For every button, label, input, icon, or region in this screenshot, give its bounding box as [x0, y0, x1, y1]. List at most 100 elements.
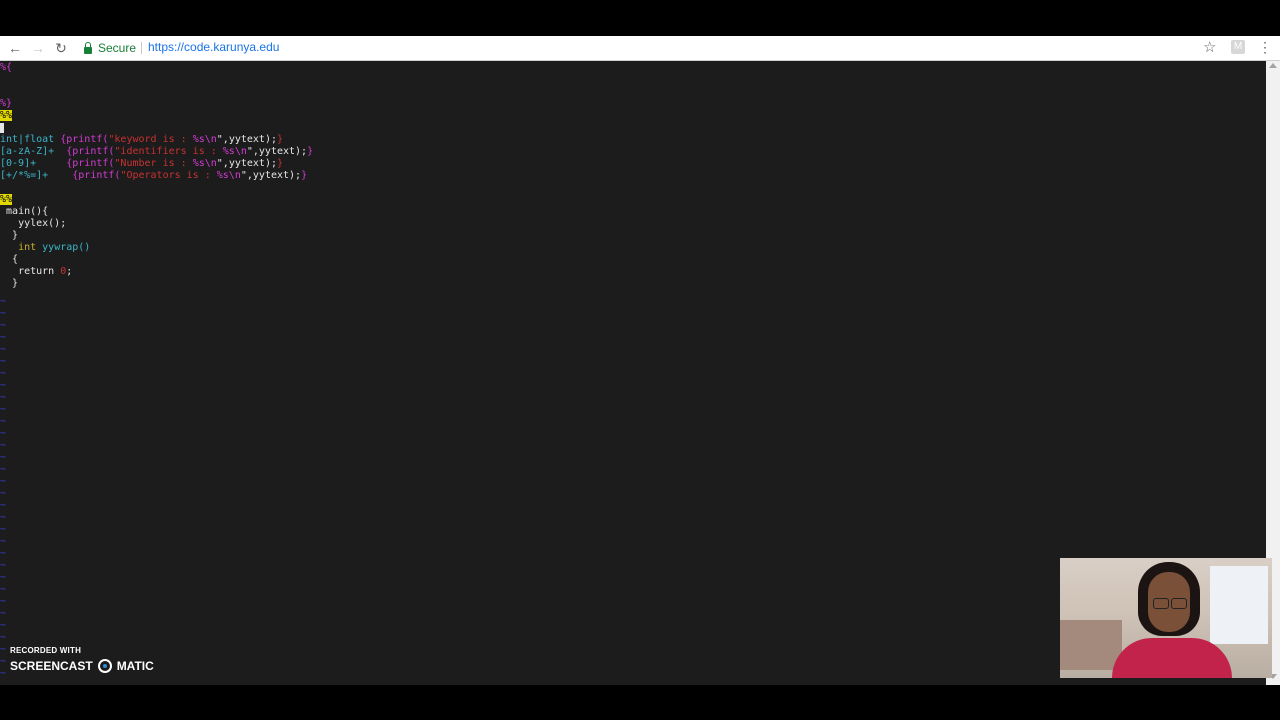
- code-line: int yywrap(): [0, 242, 90, 254]
- tilde-marker: ~: [0, 524, 7, 535]
- tilde-marker: ~: [0, 560, 7, 571]
- code-line: [0-9]+ {printf("Number is : %s\n",yytext…: [0, 158, 283, 170]
- webcam-background-shelf: [1060, 620, 1122, 670]
- tilde-marker: ~: [0, 452, 7, 463]
- rule-action: {printf(: [66, 158, 115, 169]
- rule-args: ",yytext);: [246, 146, 308, 157]
- webcam-overlay: [1060, 558, 1272, 678]
- address-bar[interactable]: https://code.karunya.edu: [148, 40, 279, 54]
- tilde-marker: ~: [0, 380, 7, 391]
- opening-brace: {: [12, 254, 19, 265]
- tilde-marker: ~: [0, 416, 7, 427]
- tilde-marker: ~: [0, 512, 7, 523]
- tilde-marker: ~: [0, 644, 7, 655]
- tilde-marker: ~: [0, 620, 7, 631]
- tilde-marker: ~: [0, 356, 7, 367]
- rule-format: %s\n: [192, 158, 217, 169]
- code-line: main(){: [0, 206, 48, 218]
- tilde-marker: ~: [0, 368, 7, 379]
- code-line: %}: [0, 98, 12, 110]
- closing-brace: }: [12, 230, 19, 241]
- reload-button[interactable]: ↻: [52, 39, 70, 57]
- tilde-marker: ~: [0, 572, 7, 583]
- tilde-marker: ~: [0, 500, 7, 511]
- scroll-up-arrow-icon[interactable]: [1269, 63, 1277, 68]
- code-line: yylex();: [0, 218, 66, 230]
- tilde-marker: ~: [0, 608, 7, 619]
- watermark-brand-a: SCREENCAST: [10, 659, 93, 673]
- back-button[interactable]: ←: [6, 39, 24, 57]
- yylex-call: yylex();: [18, 218, 67, 229]
- tilde-marker: ~: [0, 308, 7, 319]
- code-line: %%: [0, 194, 13, 206]
- tilde-marker: ~: [0, 296, 7, 307]
- tilde-marker: ~: [0, 440, 7, 451]
- forward-button[interactable]: →: [29, 39, 47, 57]
- code-line: {: [0, 254, 18, 266]
- code-line: int|float {printf("keyword is : %s\n",yy…: [0, 134, 283, 146]
- section-separator: %%: [0, 110, 13, 121]
- extension-m-icon[interactable]: M: [1231, 40, 1245, 54]
- arrow-left-icon: ←: [8, 40, 22, 56]
- rule-string: "Operators is :: [120, 170, 217, 181]
- code-line: [a-zA-Z]+ {printf("identifiers is : %s\n…: [0, 146, 313, 158]
- yywrap-function: yywrap(): [42, 242, 91, 253]
- arrow-right-icon: →: [31, 40, 45, 56]
- tilde-marker: ~: [0, 548, 7, 559]
- code-line: [+/*%=]+ {printf("Operators is : %s\n",y…: [0, 170, 307, 182]
- rule-action: {printf(: [66, 146, 115, 157]
- rule-args: ",yytext);: [216, 158, 277, 169]
- browser-toolbar: ← → ↻ Secure https://code.karunya.edu ☆ …: [0, 36, 1280, 61]
- omnibox-divider: [141, 42, 142, 54]
- tilde-marker: ~: [0, 476, 7, 487]
- tilde-marker: ~: [0, 428, 7, 439]
- rule-args: ",yytext);: [216, 134, 277, 145]
- watermark-brand-b: MATIC: [116, 659, 154, 673]
- tilde-marker: ~: [0, 584, 7, 595]
- tilde-marker: ~: [0, 668, 7, 679]
- tilde-marker: ~: [0, 632, 7, 643]
- bottom-letterbox: [0, 685, 1280, 720]
- rule-args: ",yytext);: [240, 170, 302, 181]
- secure-label: Secure: [98, 41, 137, 55]
- code-line: %%: [0, 110, 13, 122]
- lock-icon: [84, 41, 92, 54]
- glasses-icon: [1171, 598, 1187, 609]
- watermark-caption: RECORDED WITH: [10, 646, 82, 655]
- watermark-brand: SCREENCAST MATIC: [10, 659, 154, 673]
- rule-string: "keyword is :: [108, 134, 193, 145]
- browser-menu-icon[interactable]: ⋮: [1258, 40, 1272, 54]
- main-function: main(){: [6, 206, 49, 217]
- reload-icon: ↻: [55, 40, 67, 56]
- section-separator: %%: [0, 194, 13, 205]
- tilde-marker: ~: [0, 344, 7, 355]
- closing-brace: }: [12, 278, 19, 289]
- tilde-marker: ~: [0, 596, 7, 607]
- rule-format: %s\n: [222, 146, 247, 157]
- code-line: }: [0, 230, 18, 242]
- code-line: %{: [0, 62, 12, 74]
- rule-brace: }: [277, 158, 284, 169]
- rule-pattern: [0-9]+: [0, 158, 37, 169]
- rule-brace: }: [277, 134, 284, 145]
- bookmark-star-icon[interactable]: ☆: [1203, 38, 1216, 56]
- rule-string: "identifiers is :: [114, 146, 223, 157]
- code-line: return 0;: [0, 266, 72, 278]
- rule-pattern: [a-zA-Z]+: [0, 146, 55, 157]
- code-line: }: [0, 278, 18, 290]
- semicolon: ;: [66, 266, 73, 277]
- defs-close: %}: [0, 98, 13, 109]
- tilde-marker: ~: [0, 404, 7, 415]
- return-keyword: return: [18, 266, 55, 277]
- rule-pattern: [+/*%=]+: [0, 170, 49, 181]
- screencast-watermark: RECORDED WITH SCREENCAST MATIC: [10, 646, 154, 673]
- tilde-marker: ~: [0, 464, 7, 475]
- webcam-background-window: [1210, 566, 1268, 644]
- defs-open: %{: [0, 62, 13, 73]
- webcam-person-body: [1112, 638, 1232, 678]
- rule-format: %s\n: [192, 134, 217, 145]
- rule-action: {printf(: [60, 134, 109, 145]
- tilde-marker: ~: [0, 332, 7, 343]
- tilde-marker: ~: [0, 656, 7, 667]
- security-indicator[interactable]: Secure: [84, 40, 136, 56]
